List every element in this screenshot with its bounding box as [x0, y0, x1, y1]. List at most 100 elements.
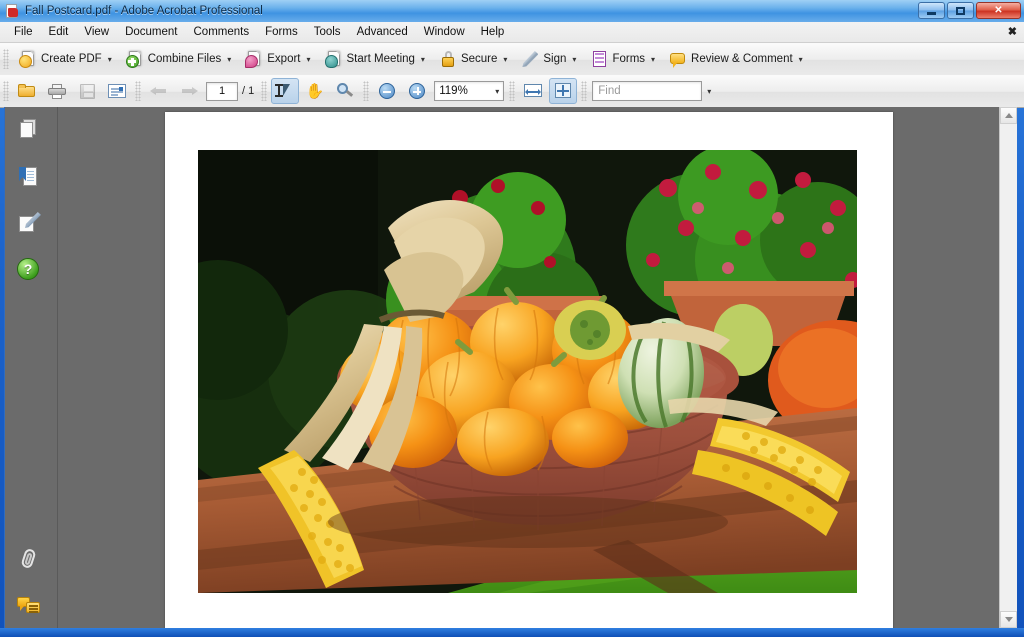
sign-label: Sign	[543, 53, 567, 65]
window-bottom-frame	[0, 628, 1024, 637]
email-button[interactable]	[103, 78, 131, 104]
next-page-arrow-icon	[180, 84, 198, 98]
hand-tool-button[interactable]: ✋	[301, 78, 329, 104]
menu-window[interactable]: Window	[417, 24, 472, 40]
previous-page-arrow-icon	[150, 84, 168, 98]
chevron-down-icon: ▾	[798, 54, 803, 64]
scroll-down-button[interactable]	[1000, 611, 1017, 628]
page-photo	[198, 150, 857, 593]
sidebar-item-comments[interactable]	[17, 595, 43, 621]
select-tool-button[interactable]	[271, 78, 300, 104]
toolbar-grip[interactable]	[581, 81, 588, 101]
title-bar: Fall Postcard.pdf - Adobe Acrobat Profes…	[0, 0, 1024, 23]
toolbar-grip[interactable]	[363, 81, 370, 101]
forms-label: Forms	[612, 53, 646, 65]
menu-forms[interactable]: Forms	[258, 24, 305, 40]
navigation-toolbar: 1 / 1 ✋ 119% ▾ Find ▾	[0, 75, 1024, 108]
fall-harvest-photo	[198, 150, 857, 593]
forms-button[interactable]: Forms ▾	[584, 46, 661, 72]
find-input[interactable]: Find	[592, 81, 703, 101]
maximize-button[interactable]	[947, 2, 974, 19]
marquee-zoom-button[interactable]	[331, 78, 359, 104]
sidebar-item-bookmarks[interactable]	[17, 165, 43, 191]
pdf-page	[165, 112, 893, 628]
help-question-icon: ?	[17, 258, 39, 280]
review-comment-label: Review & Comment	[691, 53, 793, 65]
pdf-document-icon	[4, 3, 20, 19]
menu-help[interactable]: Help	[474, 24, 512, 40]
find-dropdown-arrow-icon[interactable]: ▾	[707, 87, 711, 96]
zoom-out-button[interactable]	[373, 78, 401, 104]
chevron-down-icon: ▾	[420, 54, 425, 64]
next-page-button[interactable]	[175, 78, 203, 104]
chevron-down-icon: ▾	[495, 86, 500, 96]
menu-edit[interactable]: Edit	[42, 24, 76, 40]
toolbar-grip[interactable]	[135, 81, 141, 101]
combine-files-label: Combine Files	[147, 53, 222, 65]
minimize-button[interactable]	[918, 2, 945, 19]
chevron-down-icon: ▾	[227, 54, 232, 64]
create-pdf-icon	[19, 50, 37, 68]
open-file-button[interactable]	[13, 78, 41, 104]
chevron-down-icon: ▾	[572, 54, 577, 64]
fit-page-button[interactable]	[549, 78, 578, 104]
review-comment-button[interactable]: Review & Comment ▾	[663, 46, 809, 72]
combine-files-button[interactable]: Combine Files ▾	[120, 46, 238, 72]
fit-width-icon	[524, 84, 543, 98]
main-area: ?	[4, 107, 1017, 628]
forms-icon	[590, 50, 608, 68]
export-button[interactable]: Export ▾	[239, 46, 316, 72]
secure-button[interactable]: Secure ▾	[433, 46, 513, 72]
page-total-label: / 1	[242, 85, 255, 97]
menu-tools[interactable]: Tools	[307, 24, 348, 40]
vertical-scrollbar[interactable]	[999, 107, 1017, 628]
toolbar-grip[interactable]	[509, 81, 516, 101]
sidebar-item-how-to[interactable]: ?	[17, 258, 43, 284]
menu-advanced[interactable]: Advanced	[350, 24, 415, 40]
toolbar-grip[interactable]	[3, 49, 9, 69]
document-view[interactable]	[58, 107, 1000, 628]
close-document-button[interactable]: ✖	[1008, 25, 1017, 38]
sidebar-item-pages[interactable]	[17, 117, 43, 143]
select-text-tool-icon	[275, 83, 294, 99]
start-meeting-button[interactable]: Start Meeting ▾	[319, 46, 431, 72]
start-meeting-icon	[324, 50, 343, 68]
print-button[interactable]	[43, 78, 71, 104]
previous-page-button[interactable]	[145, 78, 173, 104]
window-title: Fall Postcard.pdf - Adobe Acrobat Profes…	[25, 5, 263, 17]
zoom-in-icon	[409, 83, 426, 99]
save-button[interactable]	[73, 78, 101, 104]
secure-lock-icon	[439, 50, 457, 68]
chevron-down-icon: ▾	[503, 54, 508, 64]
export-label: Export	[267, 53, 301, 65]
zoom-out-icon	[379, 83, 396, 99]
toolbar-grip[interactable]	[261, 81, 268, 101]
sign-button[interactable]: Sign ▾	[515, 46, 582, 72]
secure-label: Secure	[460, 53, 498, 65]
chevron-down-icon: ▾	[651, 54, 656, 64]
zoom-in-button[interactable]	[403, 78, 431, 104]
menu-bar: File Edit View Document Comments Forms T…	[0, 22, 1024, 43]
chevron-down-icon: ▾	[306, 54, 311, 64]
navigation-pane: ?	[5, 107, 58, 628]
page-number-input[interactable]: 1	[206, 81, 238, 101]
toolbar-grip[interactable]	[3, 81, 9, 101]
create-pdf-button[interactable]: Create PDF ▾	[13, 46, 118, 72]
menu-comments[interactable]: Comments	[187, 24, 257, 40]
open-folder-icon	[18, 84, 36, 98]
fit-page-icon	[554, 83, 572, 99]
chevron-up-icon	[1004, 113, 1013, 118]
menu-document[interactable]: Document	[118, 24, 184, 40]
menu-view[interactable]: View	[77, 24, 116, 40]
find-placeholder-text: Find	[598, 85, 621, 97]
sidebar-item-signatures[interactable]	[17, 212, 43, 238]
close-window-button[interactable]: ✕	[976, 2, 1021, 19]
sidebar-item-attachments[interactable]	[17, 547, 43, 573]
save-disk-icon	[79, 83, 95, 99]
start-meeting-label: Start Meeting	[346, 53, 415, 65]
acrobat-window: Fall Postcard.pdf - Adobe Acrobat Profes…	[0, 0, 1024, 637]
menu-file[interactable]: File	[7, 24, 40, 40]
zoom-level-combobox[interactable]: 119% ▾	[434, 81, 505, 101]
fit-width-button[interactable]	[519, 78, 547, 104]
scroll-up-button[interactable]	[1000, 107, 1017, 124]
